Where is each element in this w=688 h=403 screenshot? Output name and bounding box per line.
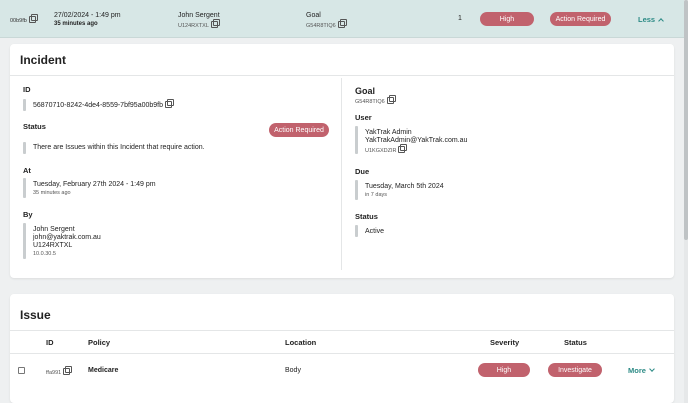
chevron-down-icon <box>649 366 655 372</box>
value-bar <box>355 180 358 200</box>
user-code: U1KGXDZIR <box>365 144 408 154</box>
incident-summary-row[interactable]: 00b9fb 27/02/2024 - 1:49 pm 35 minutes a… <box>0 0 684 38</box>
column-header-status[interactable]: Status <box>564 338 587 347</box>
issue-policy: Medicare <box>88 367 119 374</box>
summary-relative-time: 35 minutes ago <box>54 21 98 27</box>
severity-badge: High <box>480 12 534 26</box>
value-bar <box>23 142 26 154</box>
status-badge: Action Required <box>550 12 611 26</box>
by-email: john@yaktrak.com.au <box>33 234 101 241</box>
by-label: By <box>23 210 33 219</box>
due-label: Due <box>355 167 370 176</box>
issue-severity-badge: High <box>478 363 530 377</box>
value-bar <box>23 178 26 198</box>
user-name: YakTrak Admin <box>365 129 412 136</box>
value-bar <box>23 99 26 111</box>
by-name: John Sergent <box>33 226 75 233</box>
goal-status-value: Active <box>365 228 385 235</box>
user-label: User <box>355 113 372 122</box>
goal-status-label: Status <box>355 212 378 221</box>
less-toggle-button[interactable]: Less <box>638 15 664 24</box>
table-row[interactable]: ffa991 Medicare Body High Investigate Mo… <box>10 354 674 388</box>
checkbox-icon[interactable] <box>18 367 25 374</box>
user-email: YakTrakAdmin@YakTrak.com.au <box>365 137 468 144</box>
goal-code: G54R8TIQ6 <box>355 95 396 105</box>
summary-count: 1 <box>458 15 462 22</box>
issue-status-badge: Investigate <box>548 363 602 377</box>
column-header-policy[interactable]: Policy <box>88 338 110 347</box>
copy-icon[interactable] <box>165 99 175 108</box>
divider <box>10 75 674 76</box>
column-header-location[interactable]: Location <box>285 338 316 347</box>
value-bar <box>23 223 26 259</box>
column-header-severity[interactable]: Severity <box>490 338 519 347</box>
copy-icon[interactable] <box>28 14 38 23</box>
copy-icon[interactable] <box>386 95 396 104</box>
incident-card: Incident ID 56870710-8242-4de4-8559-7bf9… <box>10 44 674 278</box>
copy-icon[interactable] <box>398 144 408 153</box>
copy-icon[interactable] <box>63 366 73 375</box>
summary-datetime: 27/02/2024 - 1:49 pm <box>54 12 121 19</box>
id-label: ID <box>23 85 31 94</box>
status-label: Status <box>23 122 46 131</box>
by-code: U124RXTXL <box>33 242 73 249</box>
incident-status-badge: Action Required <box>269 123 329 137</box>
value-bar <box>355 225 358 237</box>
chevron-up-icon <box>658 18 664 24</box>
copy-icon[interactable] <box>337 19 347 28</box>
by-ip: 10.0.30.5 <box>33 251 56 257</box>
summary-person-code: U124RXTXL <box>178 19 220 29</box>
issue-id: ffa991 <box>46 366 73 376</box>
more-button[interactable]: More <box>628 366 655 375</box>
divider <box>10 330 674 331</box>
due-value: Tuesday, March 5th 2024 <box>365 183 444 190</box>
issue-title: Issue <box>20 308 51 322</box>
issue-card: Issue ID Policy Location Severity Status… <box>10 294 674 403</box>
at-label: At <box>23 166 31 175</box>
at-relative: 35 minutes ago <box>33 190 71 196</box>
incident-id-value: 56870710-8242-4de4-8559-7bf95a00b9fb <box>33 99 175 109</box>
incident-title: Incident <box>20 53 67 67</box>
column-divider <box>341 78 342 270</box>
value-bar <box>355 126 358 154</box>
copy-icon[interactable] <box>210 19 220 28</box>
scrollbar-thumb[interactable] <box>684 0 688 240</box>
issue-location: Body <box>285 367 301 374</box>
column-header-id[interactable]: ID <box>46 338 54 347</box>
goal-title: Goal <box>355 86 376 96</box>
short-id: 00b9fb <box>10 14 38 24</box>
due-relative: in 7 days <box>365 192 388 198</box>
summary-person-name: John Sergent <box>178 12 220 19</box>
at-value: Tuesday, February 27th 2024 - 1:49 pm <box>33 181 156 188</box>
status-text: There are Issues within this Incident th… <box>33 144 205 151</box>
summary-goal-label: Goal <box>306 12 321 19</box>
summary-goal-code: G54R8TIQ6 <box>306 19 347 29</box>
